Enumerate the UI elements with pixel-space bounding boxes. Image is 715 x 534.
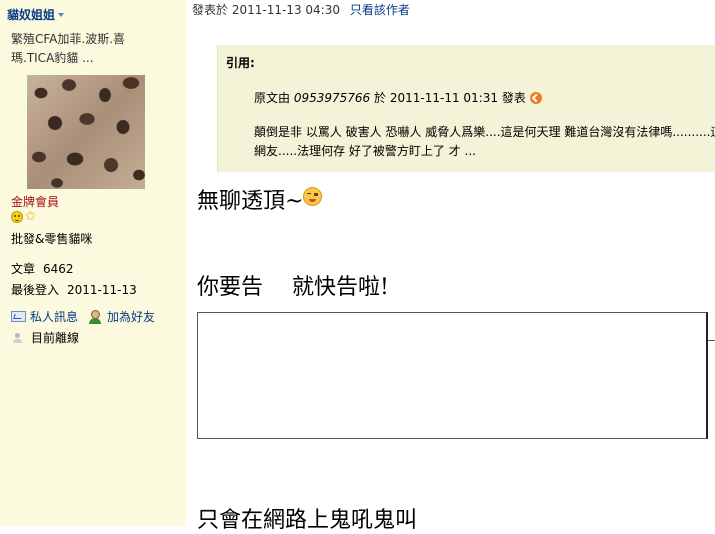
star-icon: ✩ xyxy=(25,209,36,224)
quote-block: 引用: 原文由 0953975766 於 2011-11-11 01:31 發表… xyxy=(217,45,715,172)
posts-stat: 文章 6462 xyxy=(11,260,74,277)
post-text-line3: 只會在網路上鬼吼鬼叫 xyxy=(197,508,418,533)
quote-origin-time: 2011-11-11 01:31 xyxy=(389,90,499,105)
quote-origin: 原文由 0953975766 於 2011-11-11 01:31 發表 xyxy=(254,89,542,106)
posted-prefix: 發表於 xyxy=(192,3,229,17)
grin-emoticon-icon xyxy=(303,187,323,206)
add-friend-link[interactable]: 加為好友 xyxy=(107,308,155,325)
offline-user-icon xyxy=(11,332,25,344)
author-sidebar: 貓奴姐姐 繁殖CFA加菲.波斯.喜瑪.TICA豹貓 ... 金牌會員 ✩ 批發&… xyxy=(0,0,186,526)
author-custom-title: 繁殖CFA加菲.波斯.喜瑪.TICA豹貓 ... xyxy=(11,32,126,65)
author-tag: 批發&零售貓咪 xyxy=(11,232,93,246)
avatar xyxy=(27,75,145,189)
online-status: 目前離線 xyxy=(11,329,79,346)
status-label: 目前離線 xyxy=(31,331,80,345)
quote-header: 引用: xyxy=(226,56,255,70)
frame-edge-mark xyxy=(708,340,715,341)
author-only-link[interactable]: 只看該作者 xyxy=(350,3,410,17)
add-friend-icon[interactable] xyxy=(88,309,103,324)
posts-label: 文章 xyxy=(11,262,36,276)
post-text-line1: 無聊透頂~ xyxy=(197,183,323,215)
quote-origin-on: 於 xyxy=(374,91,387,105)
last-login-label: 最後登入 xyxy=(11,283,60,297)
post-text-line2: 你要告 就快告啦! xyxy=(197,275,389,300)
rank-icons: ✩ xyxy=(11,209,36,224)
embedded-frame xyxy=(197,312,708,439)
goto-post-icon[interactable] xyxy=(529,91,542,104)
author-name[interactable]: 貓奴姐姐 xyxy=(7,6,55,23)
quote-body: 顛倒是非 以罵人 破害人 恐嚇人 威脅人爲樂....這是何天理 難道台灣沒有法律… xyxy=(254,123,715,161)
message-icon[interactable] xyxy=(11,311,26,322)
chevron-down-icon[interactable] xyxy=(58,13,65,17)
quote-origin-user: 0953975766 xyxy=(293,90,371,105)
private-message-link[interactable]: 私人訊息 xyxy=(30,308,78,325)
posted-time: 2011-11-13 04:30 xyxy=(231,3,340,17)
author-name-row[interactable]: 貓奴姐姐 xyxy=(7,6,65,23)
last-login-value: 2011-11-13 xyxy=(67,283,137,297)
quote-body-line2: 網友.....法理何存 好了被警方盯上了 才 ... xyxy=(254,144,476,158)
last-login-stat: 最後登入 2011-11-13 xyxy=(11,281,137,298)
quote-origin-prefix: 原文由 xyxy=(254,91,291,105)
quote-body-line1: 顛倒是非 以罵人 破害人 恐嚇人 威脅人爲樂....這是何天理 難道台灣沒有法律… xyxy=(254,125,715,139)
quote-origin-suffix: 發表 xyxy=(501,91,526,105)
post-text-line1-text: 無聊透頂~ xyxy=(197,189,304,214)
smile-icon xyxy=(11,211,23,223)
author-rank: 金牌會員 xyxy=(11,195,60,209)
author-actions: 私人訊息 加為好友 xyxy=(11,308,155,325)
post-meta: 發表於 2011-11-13 04:30 只看該作者 xyxy=(192,1,410,18)
posts-value: 6462 xyxy=(43,262,74,276)
